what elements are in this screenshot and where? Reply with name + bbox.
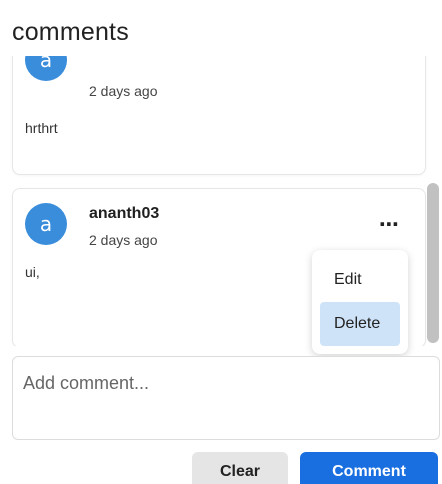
menu-item-delete[interactable]: Delete (320, 302, 400, 346)
more-options-icon[interactable]: ⋯ (375, 215, 403, 235)
comment-timestamp: 2 days ago (89, 83, 158, 99)
menu-item-edit[interactable]: Edit (320, 258, 400, 302)
scrollbar[interactable] (427, 183, 439, 343)
comment-body: hrthrt (25, 120, 58, 136)
comment-username: ananth03 (89, 205, 160, 222)
comment-body: ui, (25, 264, 40, 280)
comment-options-menu: Edit Delete (312, 250, 408, 354)
comment-button[interactable]: Comment (300, 452, 438, 484)
comments-title: comments (12, 18, 129, 46)
clear-button[interactable]: Clear (192, 452, 288, 484)
comment-timestamp: 2 days ago (89, 232, 158, 248)
avatar: a (25, 56, 67, 81)
avatar: a (25, 203, 67, 245)
add-comment-input[interactable] (12, 356, 440, 440)
comment-card: a 2 days ago hrthrt (12, 56, 426, 175)
